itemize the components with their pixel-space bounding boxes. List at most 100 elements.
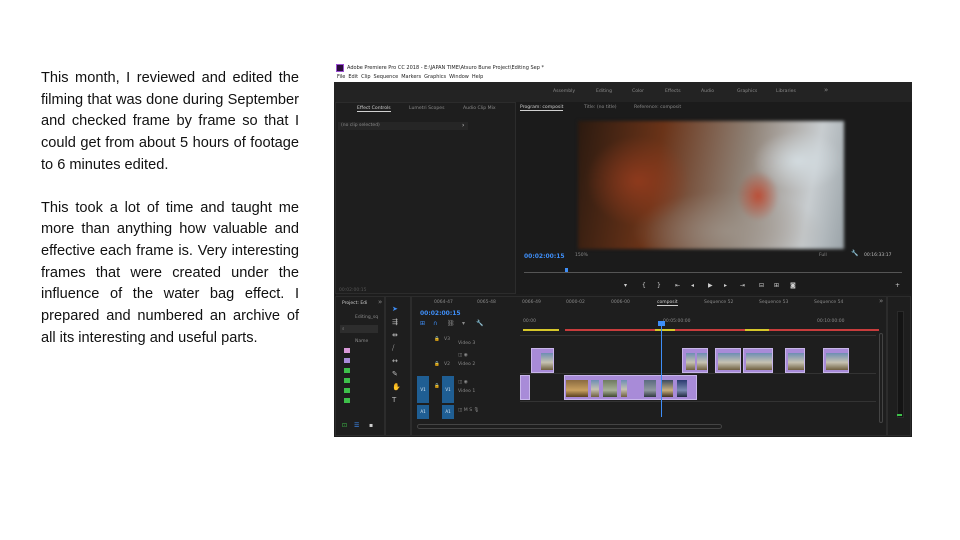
track-select-icon[interactable]: ⇶ [392, 318, 398, 326]
effect-controls-panel: Effect Controls Lumetri Scopes Audio Cli… [335, 102, 516, 294]
project-more-icon[interactable]: » [378, 298, 382, 306]
program-scrubber[interactable] [524, 272, 902, 273]
timeline-clip[interactable] [785, 348, 805, 373]
workspace-effects[interactable]: Effects [665, 89, 681, 94]
pen-tool-icon[interactable]: ✎ [392, 370, 398, 378]
linked-select-icon[interactable]: ⛓ [447, 320, 455, 327]
extract-icon[interactable]: ⊞ [774, 282, 779, 289]
timeline-clip[interactable] [743, 348, 773, 373]
v1-track-name: Video 1 [458, 389, 476, 394]
timeline-clip[interactable] [520, 375, 530, 400]
play-icon[interactable]: ▶ [708, 282, 713, 289]
project-tab[interactable]: Project: Edi [342, 301, 367, 306]
workspace-graphics[interactable]: Graphics [737, 89, 757, 94]
menu-edit[interactable]: Edit [348, 74, 358, 80]
project-item[interactable]: Editing_sq [355, 315, 378, 320]
razor-tool-icon[interactable]: ⧸ [392, 344, 394, 353]
menu-clip[interactable]: Clip [361, 74, 370, 80]
audio-meters [887, 296, 911, 436]
workspace-assembly[interactable]: Assembly [553, 89, 575, 94]
ripple-edit-icon[interactable]: ⇹ [392, 331, 398, 339]
tab-program-composit[interactable]: Program: composit [520, 105, 564, 111]
workspaces-more-icon[interactable]: » [824, 86, 828, 94]
go-to-in-icon[interactable]: ⇤ [675, 282, 680, 289]
timeline-clip[interactable] [531, 348, 554, 373]
timeline-vertical-scrollbar[interactable] [879, 333, 883, 423]
nest-icon[interactable]: ⊞ [420, 320, 425, 327]
timeline-tab-composit[interactable]: composit [657, 300, 678, 306]
timeline-timecode[interactable]: 00:02:00:15 [420, 310, 461, 317]
chevron-right-icon[interactable]: › [462, 122, 464, 129]
camera-icon[interactable]: ◙ [790, 282, 796, 289]
menu-markers[interactable]: Markers [401, 74, 421, 80]
quality-select[interactable]: Full [819, 253, 827, 258]
wrench-icon[interactable]: 🔧 [851, 250, 858, 257]
timeline-tab[interactable]: 0000-02 [566, 300, 585, 305]
v3-lock-icon[interactable]: 🔒 [434, 337, 440, 342]
v1-toggle-icon[interactable]: ◫ ◉ [458, 380, 468, 385]
snap-icon[interactable]: ∩ [433, 320, 437, 327]
v2-toggle-icon[interactable]: ◫ ◉ [458, 353, 468, 358]
workspace-libraries[interactable]: Libraries [776, 89, 796, 94]
settings-wrench-icon[interactable]: 🔧 [476, 320, 483, 327]
menu-sequence[interactable]: Sequence [374, 74, 399, 80]
v1-target-toggle[interactable]: V1 [442, 376, 454, 403]
step-back-icon[interactable]: ◂ [691, 282, 694, 289]
timeline-clip[interactable] [715, 348, 741, 373]
timeline-tab[interactable]: Sequence 53 [759, 300, 788, 305]
program-video-frame[interactable] [578, 121, 844, 249]
list-view-icon[interactable]: ☰ [354, 422, 359, 429]
v2-lock-icon[interactable]: 🔒 [434, 362, 440, 367]
timeline-tab[interactable]: Sequence 54 [814, 300, 843, 305]
workspace-color[interactable]: Color [632, 89, 644, 94]
timeline-more-icon[interactable]: » [879, 297, 883, 305]
tab-lumetri-scopes[interactable]: Lumetri Scopes [409, 106, 445, 111]
menu-help[interactable]: Help [472, 74, 483, 80]
a1-target-toggle[interactable]: A1 [442, 405, 454, 419]
mark-out-icon[interactable]: } [657, 282, 661, 289]
step-forward-icon[interactable]: ▸ [724, 282, 727, 289]
tab-effect-controls[interactable]: Effect Controls [357, 106, 391, 112]
a1-controls-icon[interactable]: ◫ M S 🎙 [458, 408, 479, 413]
lift-icon[interactable]: ⊟ [759, 282, 764, 289]
a1-source-patch[interactable]: A1 [417, 405, 429, 419]
selection-tool-icon[interactable]: ➤ [392, 305, 398, 313]
icon-view-icon[interactable]: ▪ [369, 422, 373, 429]
timeline-horizontal-scrollbar[interactable] [417, 424, 722, 429]
slip-tool-icon[interactable]: ↔ [392, 357, 398, 365]
timeline-tab[interactable]: 0066-49 [522, 300, 541, 305]
timeline-tab[interactable]: 0064-47 [434, 300, 453, 305]
mark-in-icon[interactable]: { [642, 282, 646, 289]
tab-reference[interactable]: Reference: composit [634, 105, 681, 110]
hand-tool-icon[interactable]: ✋ [392, 383, 401, 391]
menu-file[interactable]: File [337, 74, 345, 80]
add-button-icon[interactable]: + [895, 282, 900, 289]
bin-swatch [344, 348, 350, 353]
marker-icon[interactable]: ▾ [624, 282, 627, 289]
menu-graphics[interactable]: Graphics [424, 74, 446, 80]
v1-source-patch[interactable]: V1 [417, 376, 429, 403]
program-timecode[interactable]: 00:02:00:15 [524, 253, 565, 260]
lock-icon[interactable]: ⊡ [342, 422, 347, 429]
workspace-editing[interactable]: Editing [596, 89, 612, 94]
go-to-out-icon[interactable]: ⇥ [740, 282, 745, 289]
workspace-audio[interactable]: Audio [701, 89, 714, 94]
tab-audio-clip-mix[interactable]: Audio Clip Mix [463, 106, 496, 111]
timeline-clip[interactable] [682, 348, 708, 373]
timeline-clip[interactable] [823, 348, 849, 373]
timeline-tab[interactable]: 0006-00 [611, 300, 630, 305]
menu-window[interactable]: Window [449, 74, 469, 80]
project-search-input[interactable]: ⌕ [340, 325, 378, 333]
type-tool-icon[interactable]: T [392, 396, 396, 404]
timeline-playhead-line [661, 323, 662, 417]
tab-title[interactable]: Title: (no title) [584, 105, 617, 110]
program-playhead[interactable] [565, 268, 568, 272]
v1-lock-icon[interactable]: 🔒 [434, 384, 440, 389]
timeline-clip-strip[interactable] [564, 375, 697, 400]
zoom-select[interactable]: 150% [575, 253, 588, 258]
project-panel: Project: Edi » Editing_sq ⌕ Name ⊡ ☰ ▪ [335, 296, 385, 436]
timeline-tab[interactable]: Sequence 52 [704, 300, 733, 305]
add-marker-icon[interactable]: ▾ [462, 320, 465, 327]
v3-track-id: V3 [444, 337, 451, 342]
timeline-tab[interactable]: 0065-48 [477, 300, 496, 305]
